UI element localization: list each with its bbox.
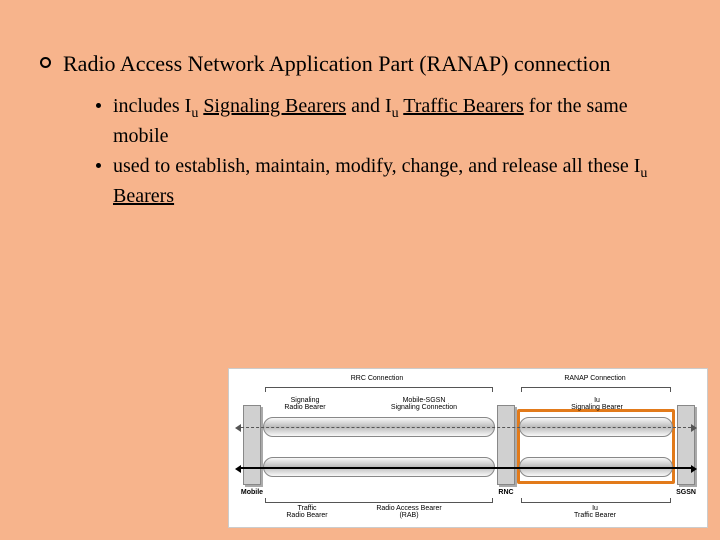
iu-traffic-label: Iu Traffic Bearer (555, 505, 635, 519)
sgsn-label: SGSN (669, 489, 703, 496)
traffic-radio-label: Traffic Radio Bearer (275, 505, 339, 519)
iu-sig-label: Iu Signaling Bearer (557, 397, 637, 411)
rab-bracket (265, 499, 493, 503)
underline-term: Bearers (113, 185, 174, 207)
dot-bullet-icon (96, 163, 101, 168)
traffic-solid-arrow (241, 467, 691, 469)
ranap-bracket (521, 387, 671, 391)
subscript: u (191, 106, 198, 121)
sub-bullet-2: used to establish, maintain, modify, cha… (96, 153, 680, 209)
rnc-block (497, 405, 515, 485)
text-fragment: and I (346, 95, 392, 117)
sub-bullet-list: includes Iu Signaling Bearers and Iu Tra… (96, 93, 680, 209)
rrc-label: RRC Connection (327, 375, 427, 382)
underline-term: Signaling Bearers (203, 95, 346, 117)
dot-bullet-icon (96, 103, 101, 108)
rnc-label: RNC (489, 489, 523, 496)
sig-radio-label: Signaling Radio Bearer (273, 397, 337, 411)
signaling-dashed-arrow (241, 427, 691, 428)
text-fragment: used to establish, maintain, modify, cha… (113, 155, 640, 177)
ranap-label: RANAP Connection (545, 375, 645, 382)
rab-label: Radio Access Bearer (RAB) (349, 505, 469, 519)
sub-bullet-1-text: includes Iu Signaling Bearers and Iu Tra… (113, 93, 680, 149)
slide-content: Radio Access Network Application Part (R… (0, 0, 720, 209)
subscript: u (392, 106, 399, 121)
mobile-label: Mobile (233, 489, 271, 496)
ring-bullet-icon (40, 57, 51, 68)
main-bullet-text: Radio Access Network Application Part (R… (63, 50, 610, 79)
underline-term: Traffic Bearers (403, 95, 524, 117)
sgsn-block (677, 405, 695, 485)
text-fragment: includes I (113, 95, 191, 117)
architecture-diagram: Mobile RNC SGSN RRC Connection RANAP Con… (228, 368, 708, 528)
sub-bullet-1: includes Iu Signaling Bearers and Iu Tra… (96, 93, 680, 149)
main-bullet-row: Radio Access Network Application Part (R… (40, 50, 680, 79)
subscript: u (640, 166, 647, 181)
sub-bullet-2-text: used to establish, maintain, modify, cha… (113, 153, 680, 209)
mobile-sgsn-label: Mobile-SGSN Signaling Connection (369, 397, 479, 411)
rrc-bracket (265, 387, 493, 391)
mobile-block (243, 405, 261, 485)
iu-traffic-bracket (521, 499, 671, 503)
